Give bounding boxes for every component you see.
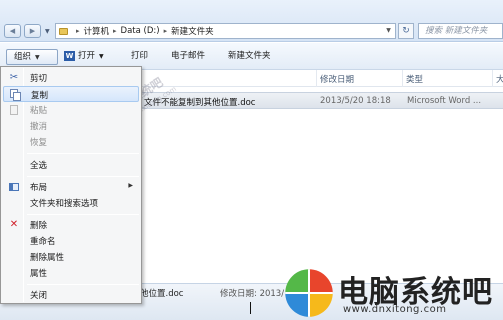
delete-icon: ✕	[9, 219, 19, 230]
column-divider[interactable]	[492, 70, 493, 87]
menu-item-label: 粘贴	[30, 106, 48, 116]
menu-item-redo[interactable]: 恢复	[3, 134, 139, 150]
open-label: 打开	[78, 51, 96, 61]
menu-item-layout[interactable]: 布局 ▶	[3, 179, 139, 195]
email-button[interactable]: 电子邮件	[171, 49, 205, 65]
column-header-date[interactable]: 修改日期	[320, 73, 354, 85]
menu-separator	[27, 214, 139, 215]
column-header-row: 修改日期 类型 大	[140, 70, 503, 87]
column-header-size[interactable]: 大	[496, 73, 503, 85]
menu-item-label: 撤消	[30, 122, 48, 132]
menu-item-rename[interactable]: 重命名	[3, 233, 139, 249]
forward-button[interactable]: ▶	[24, 24, 41, 38]
column-divider[interactable]	[402, 70, 403, 87]
menu-item-label: 删除属性	[30, 253, 65, 263]
watermark-url: www.dnxitong.com	[343, 304, 447, 315]
watermark: 电脑系统吧 www.dnxitong.com	[278, 262, 503, 320]
menu-item-label: 属性	[30, 269, 48, 279]
back-button[interactable]: ◀	[4, 24, 21, 38]
organize-label: 组织	[14, 52, 32, 62]
open-button[interactable]: W 打开 ▼	[64, 49, 104, 65]
menu-item-label: 全选	[30, 161, 48, 171]
file-type: Microsoft Word ...	[407, 96, 482, 106]
chevron-right-icon: ▸	[113, 27, 117, 35]
menu-item-label: 布局	[30, 183, 48, 193]
file-row[interactable]: 文件不能复制到其他位置.doc 2013/5/20 18:18 Microsof…	[140, 92, 503, 109]
menu-item-label: 删除	[30, 221, 48, 231]
menu-item-label: 文件夹和搜索选项	[30, 199, 99, 209]
menu-item-delete[interactable]: ✕ 删除	[3, 217, 139, 233]
menu-item-select-all[interactable]: 全选	[3, 157, 139, 173]
menu-item-remove-properties[interactable]: 删除属性	[3, 249, 139, 265]
chevron-down-icon: ▼	[35, 54, 40, 61]
print-button[interactable]: 打印	[131, 49, 148, 65]
details-date: 修改日期: 2013/	[220, 289, 285, 299]
layout-icon	[8, 181, 20, 193]
column-divider[interactable]	[316, 70, 317, 87]
menu-item-folder-options[interactable]: 文件夹和搜索选项	[3, 195, 139, 211]
organize-button[interactable]: 组织 ▼	[6, 49, 58, 65]
text-cursor	[250, 302, 251, 314]
menu-item-paste[interactable]: 粘贴	[3, 102, 139, 118]
copy-icon	[9, 89, 21, 101]
menu-item-undo[interactable]: 撤消	[3, 118, 139, 134]
context-menu: ✂ 剪切 复制 粘贴 撤消 恢复 全选 布局 ▶ 文件夹和搜索选项 ✕ 删除 重…	[0, 66, 142, 304]
column-header-type[interactable]: 类型	[406, 73, 423, 85]
menu-separator	[27, 284, 139, 285]
watermark-logo	[285, 269, 333, 317]
menu-separator	[27, 153, 139, 154]
folder-icon	[59, 27, 68, 35]
menu-item-label: 复制	[31, 91, 49, 101]
refresh-button[interactable]: ↻	[398, 23, 414, 39]
menu-item-label: 关闭	[30, 291, 48, 301]
menu-item-properties[interactable]: 属性	[3, 265, 139, 281]
search-input[interactable]: 搜索 新建文件夹	[418, 23, 503, 39]
submenu-arrow-icon: ▶	[128, 182, 133, 189]
address-dropdown-icon[interactable]: ▼	[382, 23, 395, 39]
file-date: 2013/5/20 18:18	[320, 96, 391, 106]
chevron-right-icon: ▸	[76, 27, 80, 35]
address-bar-region: ◀ ▶ ▼ ▸ 计算机 ▸ Data (D:) ▸ 新建文件夹 ▼ ↻ 搜索 新…	[0, 0, 503, 42]
chevron-down-icon: ▼	[99, 53, 104, 60]
menu-item-copy[interactable]: 复制	[3, 86, 139, 102]
details-file-name: 他位置.doc	[140, 289, 184, 299]
menu-item-label: 重命名	[30, 237, 56, 247]
recent-pages-dropdown[interactable]: ▼	[45, 28, 50, 35]
breadcrumb-folder[interactable]: 新建文件夹	[171, 25, 214, 37]
chevron-right-icon: ▸	[163, 27, 168, 35]
menu-item-close[interactable]: 关闭	[3, 287, 139, 303]
breadcrumb-computer[interactable]: 计算机	[84, 25, 110, 37]
address-path[interactable]: ▸ 计算机 ▸ Data (D:) ▸ 新建文件夹	[55, 23, 396, 39]
word-icon: W	[64, 50, 75, 61]
menu-separator	[27, 176, 139, 177]
menu-item-label: 恢复	[30, 138, 48, 148]
paste-icon	[8, 104, 20, 116]
breadcrumb-drive[interactable]: Data (D:)	[121, 26, 160, 36]
menu-item-cut[interactable]: ✂ 剪切	[3, 70, 139, 86]
menu-item-label: 剪切	[30, 74, 48, 84]
scissors-icon: ✂	[9, 72, 19, 83]
new-folder-button[interactable]: 新建文件夹	[228, 49, 271, 65]
